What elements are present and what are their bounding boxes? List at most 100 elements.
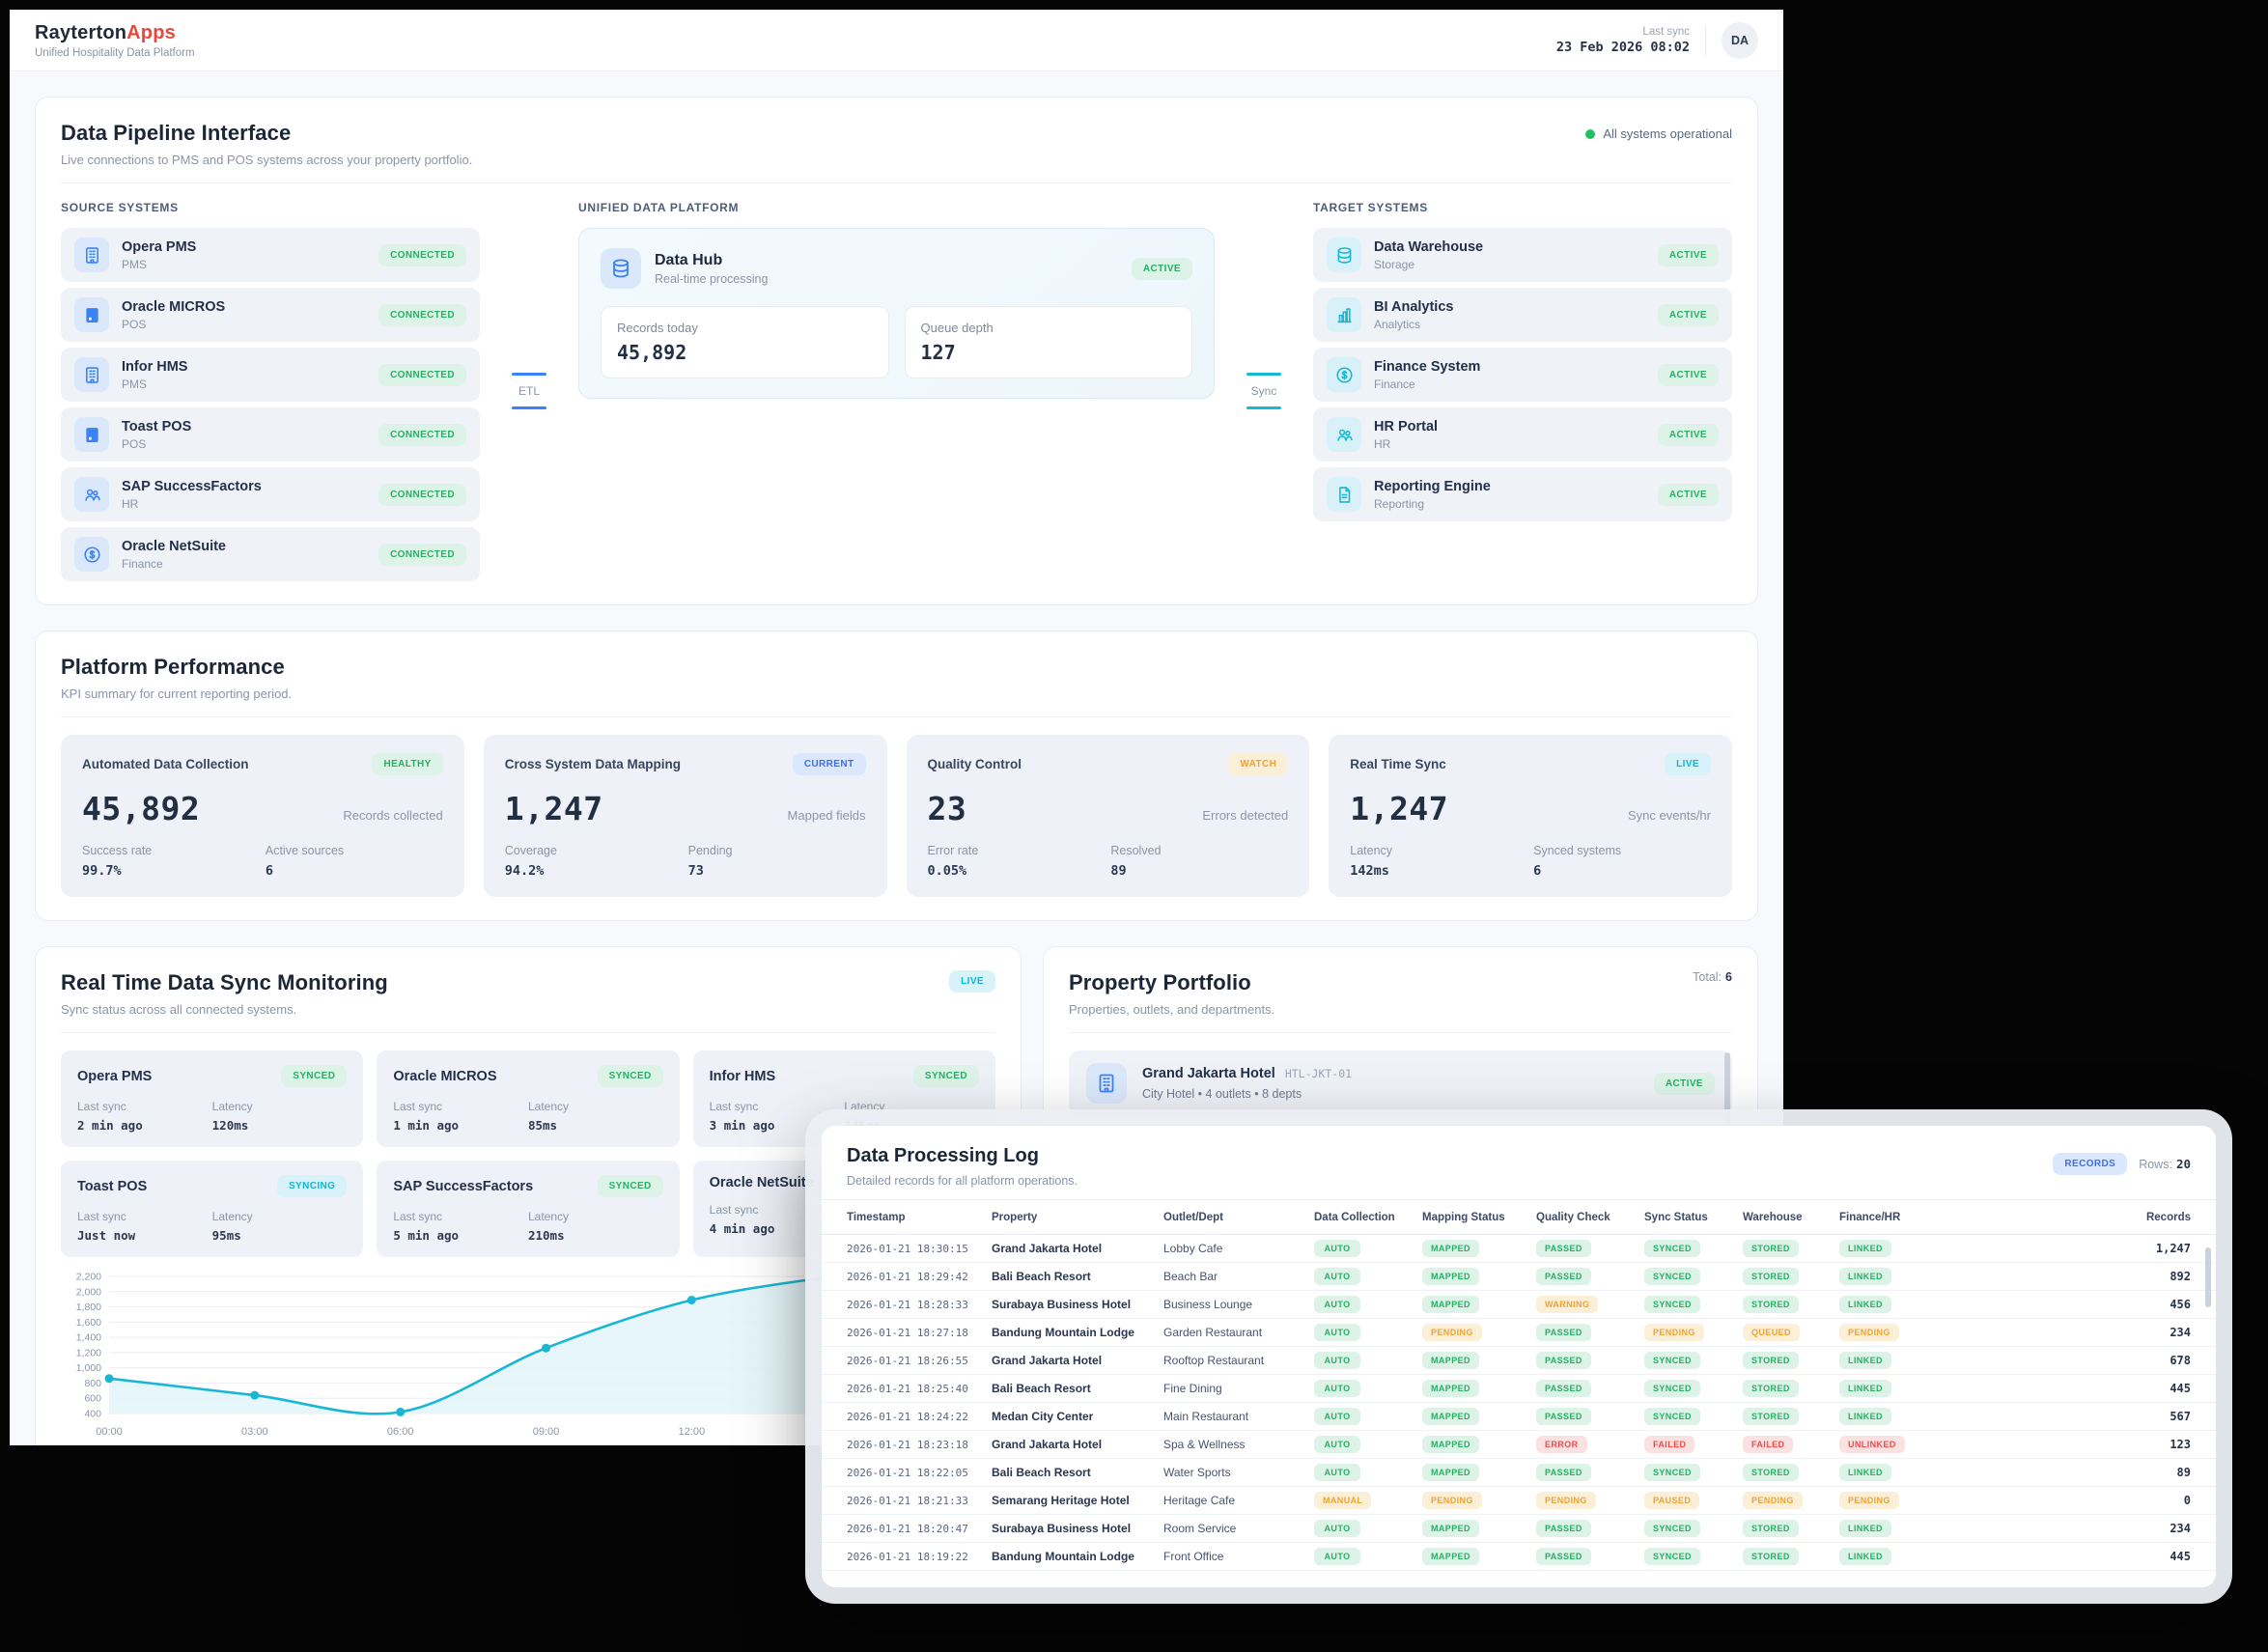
log-table-row[interactable]: 2026-01-21 18:24:22 Medan City Center Ma… — [822, 1403, 2216, 1431]
log-table-row[interactable]: 2026-01-21 18:27:18 Bandung Mountain Lod… — [822, 1319, 2216, 1347]
data-hub-card[interactable]: Data Hub Real-time processing ACTIVE Rec… — [578, 228, 1215, 399]
log-column-header[interactable]: Records — [1942, 1212, 2191, 1223]
kpi-substat-value: 0.05% — [928, 863, 1106, 879]
log-table-row[interactable] — [822, 1571, 2216, 1581]
portfolio-card-head: Property Portfolio Properties, outlets, … — [1069, 970, 1732, 1017]
portfolio-scrollbar-thumb[interactable] — [1724, 1052, 1730, 1135]
log-table-row[interactable]: 2026-01-21 18:26:55 Grand Jakarta Hotel … — [822, 1347, 2216, 1375]
kpi-unit: Errors detected — [1202, 808, 1288, 827]
kpi-substat: Coverage 94.2% — [505, 844, 683, 879]
rows-count-label: Rows: — [2139, 1158, 2172, 1171]
log-outlet: Heritage Cafe — [1163, 1494, 1314, 1507]
finance-badge: LINKED — [1839, 1464, 1891, 1481]
sync-system-card[interactable]: Opera PMS SYNCED Last sync 2 min ago Lat… — [61, 1050, 363, 1147]
document-icon — [1327, 477, 1361, 512]
log-scrollbar-thumb[interactable] — [2205, 1247, 2211, 1307]
source-systems-column: SOURCE SYSTEMS Opera PMS PMS CONNECTED O… — [61, 201, 480, 581]
sync-system-card[interactable]: SAP SuccessFactors SYNCED Last sync 5 mi… — [377, 1161, 679, 1257]
kpi-name: Automated Data Collection — [82, 757, 249, 771]
hub-stat-value: 45,892 — [617, 341, 873, 364]
sync-badge: SYNCED — [1644, 1520, 1700, 1537]
system-type: Finance — [122, 557, 366, 571]
system-status-badge: CONNECTED — [378, 484, 466, 506]
kpi-card[interactable]: Real Time Sync LIVE 1,247 Sync events/hr… — [1329, 735, 1732, 897]
log-column-header[interactable]: Warehouse — [1743, 1212, 1839, 1223]
system-status-badge: ACTIVE — [1658, 364, 1719, 386]
building-icon — [74, 238, 109, 272]
log-table-row[interactable]: 2026-01-21 18:29:42 Bali Beach Resort Be… — [822, 1263, 2216, 1291]
source-system-row[interactable]: SAP SuccessFactors HR CONNECTED — [61, 467, 480, 521]
brand-logo: RaytertonApps — [35, 22, 195, 44]
records-badge: RECORDS — [2053, 1153, 2127, 1175]
sync-system-card[interactable]: Oracle MICROS SYNCED Last sync 1 min ago… — [377, 1050, 679, 1147]
mapping-badge: MAPPED — [1422, 1436, 1479, 1453]
last-sync-label: Last sync — [77, 1210, 212, 1223]
portfolio-title: Property Portfolio — [1069, 970, 1274, 995]
log-column-header[interactable]: Outlet/Dept — [1163, 1212, 1314, 1223]
kpi-substat: Error rate 0.05% — [928, 844, 1106, 879]
log-table-row[interactable]: 2026-01-21 18:20:47 Surabaya Business Ho… — [822, 1515, 2216, 1543]
collection-badge: AUTO — [1314, 1436, 1360, 1453]
log-table-row[interactable]: 2026-01-21 18:21:33 Semarang Heritage Ho… — [822, 1487, 2216, 1515]
system-type: Finance — [1374, 378, 1645, 391]
log-table-row[interactable]: 2026-01-21 18:22:05 Bali Beach Resort Wa… — [822, 1459, 2216, 1487]
warehouse-badge: PENDING — [1743, 1492, 1803, 1509]
sync-system-name: Toast POS — [77, 1179, 147, 1194]
avatar[interactable]: DA — [1722, 22, 1758, 59]
source-system-row[interactable]: Toast POS POS CONNECTED — [61, 407, 480, 462]
people-icon — [74, 477, 109, 512]
kpi-unit: Mapped fields — [788, 808, 866, 827]
source-system-row[interactable]: Infor HMS PMS CONNECTED — [61, 348, 480, 402]
data-hub-stats: Records today 45,892 Queue depth 127 — [601, 306, 1192, 378]
source-systems-label: SOURCE SYSTEMS — [61, 201, 480, 214]
log-column-header[interactable]: Data Collection — [1314, 1212, 1422, 1223]
log-table-row[interactable]: 2026-01-21 18:23:18 Grand Jakarta Hotel … — [822, 1431, 2216, 1459]
kpi-card[interactable]: Automated Data Collection HEALTHY 45,892… — [61, 735, 464, 897]
target-systems-list: Data Warehouse Storage ACTIVE BI Analyti… — [1313, 228, 1732, 521]
kpi-card[interactable]: Cross System Data Mapping CURRENT 1,247 … — [484, 735, 887, 897]
finance-badge: UNLINKED — [1839, 1436, 1905, 1453]
log-head-right: RECORDS Rows:20 — [2053, 1153, 2191, 1175]
target-system-row[interactable]: Reporting Engine Reporting ACTIVE — [1313, 467, 1732, 521]
target-system-row[interactable]: Data Warehouse Storage ACTIVE — [1313, 228, 1732, 282]
log-timestamp: 2026-01-21 18:29:42 — [847, 1271, 992, 1283]
log-timestamp: 2026-01-21 18:23:18 — [847, 1439, 992, 1451]
system-type: HR — [122, 497, 366, 511]
quality-badge: PASSED — [1536, 1548, 1591, 1565]
target-system-row[interactable]: BI Analytics Analytics ACTIVE — [1313, 288, 1732, 342]
target-system-row[interactable]: Finance System Finance ACTIVE — [1313, 348, 1732, 402]
log-table-row[interactable]: 2026-01-21 18:28:33 Surabaya Business Ho… — [822, 1291, 2216, 1319]
warehouse-badge: FAILED — [1743, 1436, 1793, 1453]
sync-badge: SYNCED — [1644, 1240, 1700, 1257]
kpi-substat-value: 73 — [688, 863, 866, 879]
log-column-header[interactable]: Timestamp — [847, 1212, 992, 1223]
sync-system-name: Infor HMS — [710, 1069, 775, 1084]
collection-badge: AUTO — [1314, 1520, 1360, 1537]
log-column-header[interactable]: Quality Check — [1536, 1212, 1644, 1223]
warehouse-badge: STORED — [1743, 1296, 1799, 1313]
log-column-header[interactable]: Property — [992, 1212, 1163, 1223]
building-icon — [74, 357, 109, 392]
log-outlet: Front Office — [1163, 1550, 1314, 1563]
property-row[interactable]: Grand Jakarta HotelHTL-JKT-01 City Hotel… — [1069, 1050, 1732, 1116]
log-table-row[interactable]: 2026-01-21 18:30:15 Grand Jakarta Hotel … — [822, 1235, 2216, 1263]
svg-text:1,000: 1,000 — [76, 1362, 101, 1374]
log-column-header[interactable]: Sync Status — [1644, 1212, 1743, 1223]
log-table-row[interactable]: 2026-01-21 18:25:40 Bali Beach Resort Fi… — [822, 1375, 2216, 1403]
mapping-badge: MAPPED — [1422, 1520, 1479, 1537]
source-system-row[interactable]: Oracle NetSuite Finance CONNECTED — [61, 527, 480, 581]
connector-line — [1246, 406, 1281, 409]
source-system-row[interactable]: Opera PMS PMS CONNECTED — [61, 228, 480, 282]
sync-system-card[interactable]: Toast POS SYNCING Last sync Just now Lat… — [61, 1161, 363, 1257]
sync-last-sync: Last sync 5 min ago — [393, 1210, 528, 1243]
kpi-card[interactable]: Quality Control WATCH 23 Errors detected… — [907, 735, 1310, 897]
target-system-row[interactable]: HR Portal HR ACTIVE — [1313, 407, 1732, 462]
source-system-row[interactable]: Oracle MICROS POS CONNECTED — [61, 288, 480, 342]
pipeline-title: Data Pipeline Interface — [61, 121, 472, 146]
log-column-header[interactable]: Mapping Status — [1422, 1212, 1536, 1223]
sync-latency: Latency 120ms — [212, 1100, 348, 1133]
sync-status-badge: SYNCED — [913, 1065, 979, 1087]
log-column-header[interactable]: Finance/HR — [1839, 1212, 1942, 1223]
log-table-row[interactable]: 2026-01-21 18:19:22 Bandung Mountain Lod… — [822, 1543, 2216, 1571]
system-type: POS — [122, 437, 366, 451]
